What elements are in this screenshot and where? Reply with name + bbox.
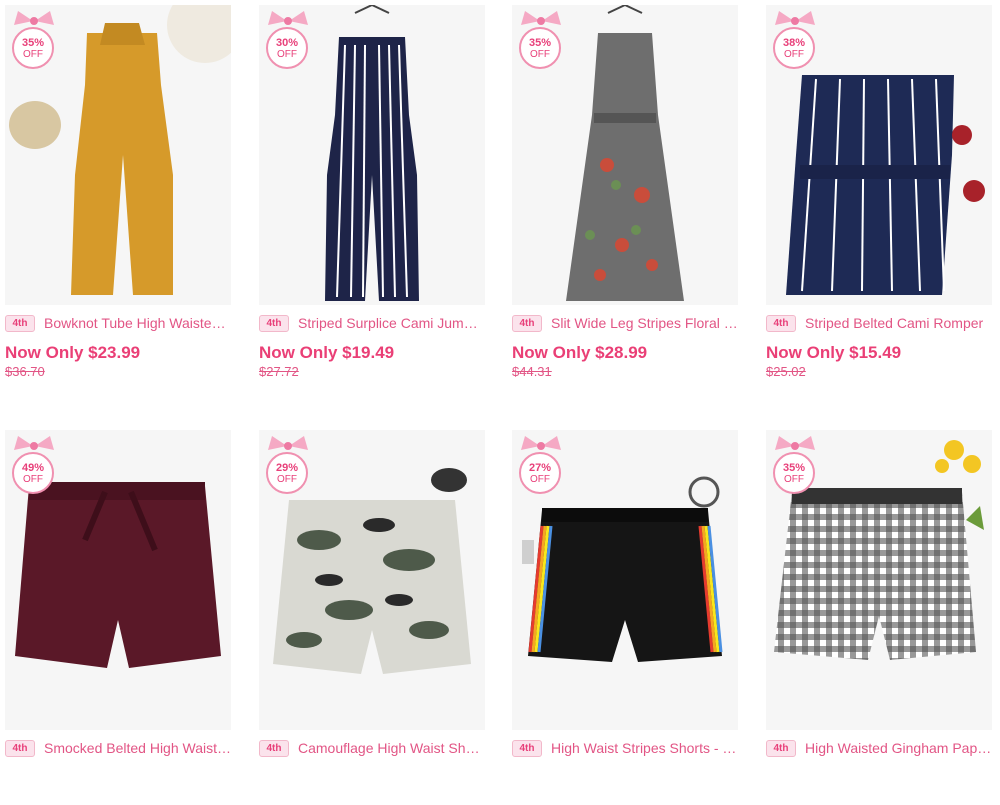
fourth-anniversary-tag: 4th (766, 739, 796, 757)
sale-price: Now Only $23.99 (5, 343, 141, 362)
product-image[interactable]: 29% OFF (259, 430, 485, 730)
original-price (5, 789, 231, 805)
product-title[interactable]: Striped Surplice Cami Jumpsuit (298, 315, 485, 331)
product-card[interactable]: 35%OFF 4th High Waisted Gingham Paperbag… (766, 430, 992, 805)
product-card[interactable]: 27% OFF 4th High Waist Stripes Shorts - B… (512, 430, 738, 805)
sale-price (5, 768, 231, 788)
product-title[interactable]: High Waist Stripes Shorts - Black (551, 740, 738, 756)
original-price (512, 789, 738, 805)
product-grid: 35%OFF 4th Bowknot Tube High Waisted Jum… (0, 0, 1000, 765)
original-price: $25.02 (766, 364, 806, 379)
product-title[interactable]: Smocked Belted High Waisted Shorts (44, 740, 231, 756)
product-card[interactable]: 49%OFF 4th Smocked Belted High Waisted S… (5, 430, 231, 805)
product-title[interactable]: Bowknot Tube High Waisted Jumpsuit (44, 315, 231, 331)
product-image[interactable]: 30% OFF (259, 5, 485, 305)
product-title[interactable]: Camouflage High Waist Shorts (298, 740, 485, 756)
sale-price: Now Only $19.49 (259, 343, 395, 362)
discount-badge: 35% OFF (10, 9, 60, 73)
fourth-anniversary-tag: 4th (5, 739, 35, 757)
product-image[interactable]: 49% OFF (5, 430, 231, 730)
product-image[interactable]: 35% OFF (512, 5, 738, 305)
sale-price (766, 768, 992, 788)
discount-badge: 30% OFF (264, 9, 314, 73)
discount-badge: 38% OFF (771, 9, 821, 73)
original-price: $27.72 (259, 364, 299, 379)
original-price (766, 789, 992, 805)
fourth-anniversary-tag: 4th (512, 739, 542, 757)
fourth-anniversary-tag: 4th (766, 314, 796, 332)
original-price: $44.31 (512, 364, 552, 379)
fourth-anniversary-tag: 4th (5, 314, 35, 332)
product-title[interactable]: Slit Wide Leg Stripes Floral Jumpsuit (551, 315, 738, 331)
original-price: $36.70 (5, 364, 45, 379)
product-card[interactable]: 30% OFF 4th Striped Surplice Cami Jumpsui… (259, 5, 485, 380)
product-image[interactable]: 38% OFF (766, 5, 992, 305)
product-card[interactable]: 29% OFF 4th Camouflage High Waist Shorts (259, 430, 485, 805)
fourth-anniversary-tag: 4th (259, 314, 289, 332)
product-card[interactable]: 35%OFF 4th Bowknot Tube High Waisted Jum… (5, 5, 231, 380)
product-image[interactable]: 35% OFF (5, 5, 231, 305)
product-title[interactable]: Striped Belted Cami Romper (805, 315, 992, 331)
product-card[interactable]: 35% OFF 4th Slit Wide Leg Stripes Floral … (512, 5, 738, 380)
product-image[interactable]: 27% OFF (512, 430, 738, 730)
fourth-anniversary-tag: 4th (259, 739, 289, 757)
sale-price (259, 768, 485, 788)
discount-badge: 35% OFF (517, 9, 567, 73)
fourth-anniversary-tag: 4th (512, 314, 542, 332)
product-title[interactable]: High Waisted Gingham Paperbag Shorts (805, 740, 992, 756)
discount-badge: 35% OFF (771, 434, 821, 498)
product-image[interactable]: 35% OFF (766, 430, 992, 730)
sale-price: Now Only $28.99 (512, 343, 648, 362)
discount-badge: 49% OFF (10, 434, 60, 498)
sale-price: Now Only $15.49 (766, 343, 902, 362)
discount-badge: 29% OFF (264, 434, 314, 498)
original-price (259, 789, 485, 805)
product-card[interactable]: 38% OFF 4th Striped Belted Cami Romper No… (766, 5, 992, 380)
sale-price (512, 768, 738, 788)
discount-badge: 27% OFF (517, 434, 567, 498)
